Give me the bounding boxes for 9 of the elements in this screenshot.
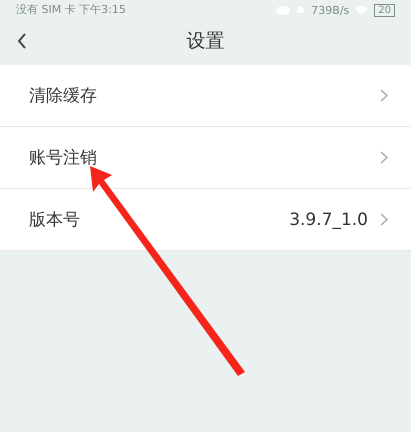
- status-text: 没有 SIM 卡 下午3:15: [16, 2, 126, 16]
- page-title: 设置: [186, 28, 224, 54]
- chevron-icon: [380, 89, 388, 102]
- settings-item[interactable]: 清除缓存: [0, 65, 411, 127]
- back-icon[interactable]: [17, 33, 27, 49]
- chevron-icon: [380, 151, 388, 164]
- battery-level: 20: [374, 4, 395, 16]
- network-speed: 739B/s: [311, 4, 350, 16]
- chevron-icon: [380, 213, 388, 226]
